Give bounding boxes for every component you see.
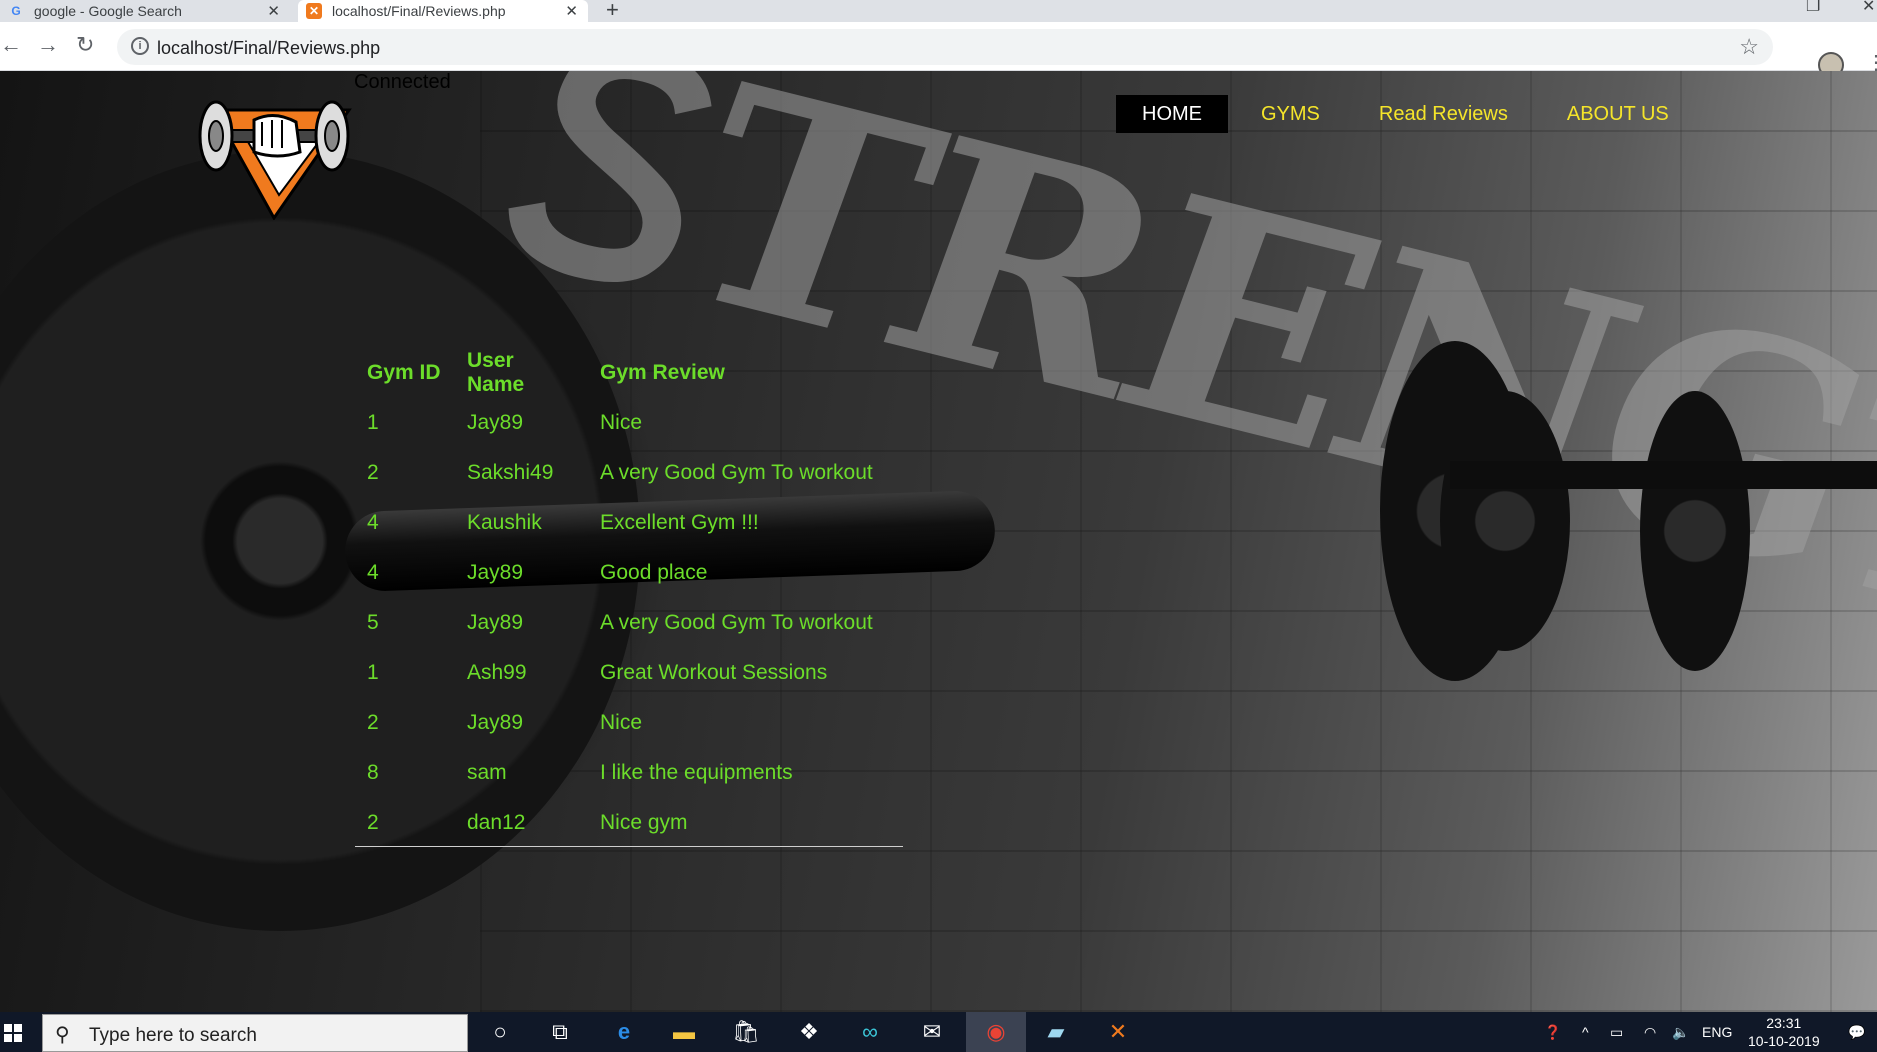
tab-google-search[interactable]: G google - Google Search ✕	[0, 0, 290, 22]
rack-bar-decoration	[1450, 461, 1877, 489]
help-icon[interactable]: ❓	[1544, 1024, 1561, 1041]
cell-gym-id: 4	[367, 511, 379, 534]
notifications-icon[interactable]: 💬	[1848, 1024, 1865, 1041]
cell-gym-review: Great Workout Sessions	[600, 661, 828, 684]
edge-icon[interactable]: e	[610, 1018, 638, 1046]
cell-gym-review: Nice gym	[600, 811, 688, 834]
cell-user-name: dan12	[467, 811, 526, 834]
cell-user-name: Ash99	[467, 661, 527, 684]
xampp-icon: ✕	[306, 3, 322, 19]
cell-gym-review: Excellent Gym !!!	[600, 511, 759, 534]
cell-gym-review: I like the equipments	[600, 761, 793, 784]
cortana-icon[interactable]: ○	[486, 1018, 514, 1046]
cell-user-name: Kaushik	[467, 511, 542, 534]
table-row: 8 sam I like the equipments	[355, 748, 904, 798]
cell-gym-review: A very Good Gym To workout	[600, 461, 873, 484]
cell-gym-id: 8	[367, 761, 379, 784]
cell-user-name: Sakshi49	[467, 461, 554, 484]
close-window-icon[interactable]: ✕	[1862, 0, 1875, 16]
header-user-name: User Name	[467, 349, 525, 396]
main-nav: HOME GYMS Read Reviews ABOUT US	[1116, 95, 1702, 133]
cell-user-name: Jay89	[467, 711, 524, 734]
header-gym-id: Gym ID	[367, 361, 441, 384]
table-row: 4 Jay89 Good place	[355, 548, 904, 598]
cell-user-name: Jay89	[467, 411, 524, 434]
cell-gym-id: 2	[367, 811, 379, 834]
site-info-icon[interactable]: i	[131, 37, 149, 55]
cell-gym-id: 5	[367, 611, 379, 634]
table-row: 2 Jay89 Nice	[355, 698, 904, 748]
notepad-icon[interactable]: ▰	[1042, 1018, 1070, 1046]
google-icon: G	[11, 4, 21, 18]
store-icon[interactable]: 🛍	[732, 1018, 760, 1046]
battery-icon[interactable]: ▭	[1610, 1024, 1623, 1041]
table-header-row: Gym ID User Name Gym Review	[355, 348, 904, 398]
table-row: 1 Ash99 Great Workout Sessions	[355, 648, 904, 698]
cell-gym-id: 2	[367, 461, 379, 484]
nav-read-reviews[interactable]: Read Reviews	[1353, 95, 1534, 133]
cell-gym-review: Nice	[600, 411, 643, 434]
table-row: 2 dan12 Nice gym	[355, 798, 904, 848]
file-explorer-icon[interactable]: ▬	[670, 1018, 698, 1046]
reload-icon[interactable]: ↻	[76, 32, 94, 58]
nav-about-us[interactable]: ABOUT US	[1541, 95, 1695, 133]
taskbar-search-box[interactable]: ⚲ Type here to search	[42, 1014, 468, 1052]
rack-plate-decoration	[1440, 391, 1570, 651]
infinity-app-icon[interactable]: ∞	[856, 1018, 884, 1046]
rack-plate-decoration	[1640, 391, 1750, 671]
windows-start-icon[interactable]	[0, 1012, 40, 1052]
mail-icon[interactable]: ✉	[918, 1018, 946, 1046]
nav-gyms[interactable]: GYMS	[1235, 95, 1346, 133]
forward-icon[interactable]: →	[37, 32, 59, 58]
taskbar-clock[interactable]: 23:31 10-10-2019	[1748, 1014, 1820, 1050]
browser-toolbar: ← → ↻ i localhost/Final/Reviews.php ☆ ⋮	[0, 22, 1877, 78]
back-icon[interactable]: ←	[0, 32, 22, 58]
table-row: 4 Kaushik Excellent Gym !!!	[355, 498, 904, 548]
connection-status-text: Connected	[354, 71, 451, 93]
search-placeholder: Type here to search	[89, 1025, 257, 1046]
gym-logo[interactable]	[194, 90, 354, 220]
xampp-taskbar-icon[interactable]: ✕	[1104, 1018, 1132, 1046]
cell-gym-id: 1	[367, 661, 379, 684]
table-bottom-divider	[355, 846, 903, 847]
cell-gym-id: 2	[367, 711, 379, 734]
reviews-table: Gym ID User Name Gym Review 1 Jay89 Nice…	[355, 348, 904, 848]
cell-user-name: sam	[467, 761, 507, 784]
language-indicator[interactable]: ENG	[1702, 1024, 1732, 1040]
nav-home[interactable]: HOME	[1116, 95, 1228, 133]
close-tab-icon[interactable]: ✕	[565, 2, 578, 20]
search-icon: ⚲	[55, 1024, 70, 1046]
task-view-icon[interactable]: ⧉	[546, 1018, 574, 1046]
url-text[interactable]: localhost/Final/Reviews.php	[157, 38, 380, 59]
cell-gym-review: Good place	[600, 561, 708, 584]
tab-title: google - Google Search	[34, 3, 182, 19]
cell-gym-review: Nice	[600, 711, 643, 734]
header-gym-review: Gym Review	[600, 361, 725, 384]
windows-taskbar: ⚲ Type here to search ○ ⧉ e ▬ 🛍 ❖ ∞ ✉ ◉ …	[0, 1012, 1877, 1052]
wifi-icon[interactable]: ◠	[1644, 1024, 1656, 1041]
clock-time: 23:31	[1766, 1015, 1802, 1031]
browser-tab-bar: G google - Google Search ✕ ✕ localhost/F…	[0, 0, 1877, 22]
close-tab-icon[interactable]: ✕	[267, 2, 280, 20]
dropbox-icon[interactable]: ❖	[795, 1018, 823, 1046]
address-bar[interactable]: i localhost/Final/Reviews.php ☆	[117, 29, 1773, 65]
volume-icon[interactable]: 🔈	[1672, 1024, 1689, 1041]
table-row: 5 Jay89 A very Good Gym To workout	[355, 598, 904, 648]
show-hidden-icons-icon[interactable]: ^	[1582, 1024, 1589, 1040]
table-row: 1 Jay89 Nice	[355, 398, 904, 448]
cell-gym-review: A very Good Gym To workout	[600, 611, 873, 634]
clock-date: 10-10-2019	[1748, 1033, 1820, 1049]
tab-reviews[interactable]: ✕ localhost/Final/Reviews.php ✕	[298, 0, 588, 22]
tab-title: localhost/Final/Reviews.php	[332, 3, 506, 19]
chrome-icon[interactable]: ◉	[982, 1018, 1010, 1046]
restore-window-icon[interactable]: ❐	[1806, 0, 1820, 16]
cell-user-name: Jay89	[467, 611, 524, 634]
cell-gym-id: 4	[367, 561, 379, 584]
cell-user-name: Jay89	[467, 561, 524, 584]
table-row: 2 Sakshi49 A very Good Gym To workout	[355, 448, 904, 498]
cell-gym-id: 1	[367, 411, 379, 434]
new-tab-icon[interactable]: +	[606, 0, 619, 23]
bookmark-star-icon[interactable]: ☆	[1739, 34, 1759, 60]
